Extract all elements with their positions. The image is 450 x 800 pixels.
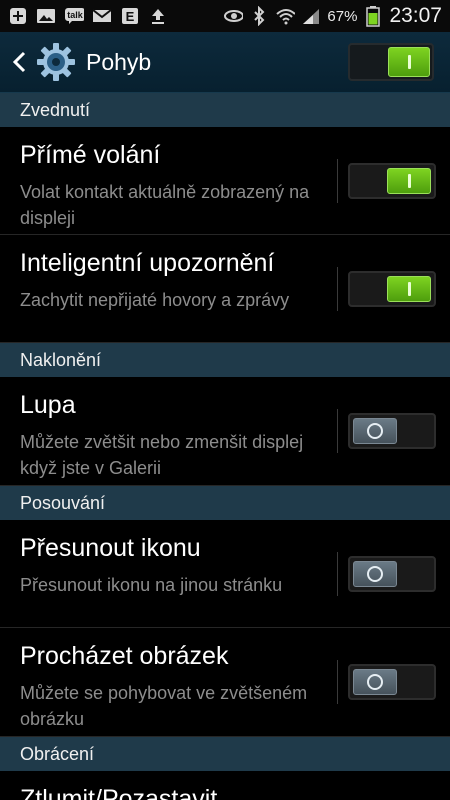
add-icon [8,7,28,25]
section-label: Obrácení [20,743,95,764]
toggle-prime-volani[interactable] [348,163,436,199]
upload-icon [148,7,168,25]
item-title: Procházet obrázek [20,642,229,670]
divider [337,267,338,311]
clock: 23:07 [389,4,442,27]
chevron-left-icon [12,51,26,73]
toggle-lupa[interactable] [348,413,436,449]
master-toggle-knob [388,47,430,77]
battery-percent: 67% [327,7,358,25]
status-bar: talk E 67% 23:07 [0,0,450,32]
battery-icon [363,6,383,27]
toggle-knob-off [353,418,397,444]
e-label: E [126,9,135,24]
section-header-nakloneni: Naklonění [0,343,450,377]
signal-icon [301,7,321,25]
item-title: Ztlumit/Pozastavit [20,785,218,800]
divider [337,409,338,453]
item-subtitle: Volat kontakt aktuálně zobrazený na disp… [20,182,310,228]
talk-icon: talk [64,7,84,25]
item-subtitle: Můžete se pohybovat ve zvětšeném obrázku [20,683,308,729]
section-header-zvednuti: Zvednutí [0,93,450,127]
item-subtitle: Můžete zvětšit nebo zmenšit displej když… [20,432,304,478]
item-title: Lupa [20,391,76,419]
toggle-knob-off [353,669,397,695]
item-title: Přesunout ikonu [20,534,201,562]
gmail-icon [92,7,112,25]
image-icon [36,7,56,25]
item-title: Přímé volání [20,141,161,169]
eye-icon [223,7,244,25]
list-item-inteligentni-upozorneni[interactable]: Inteligentní upozornění Zachytit nepřija… [0,235,450,343]
toggle-knob-on [387,168,431,194]
bluetooth-icon [249,6,269,26]
e-icon: E [120,7,140,25]
section-label: Naklonění [20,349,102,370]
toggle-presunout-ikonu[interactable] [348,556,436,592]
item-subtitle: Zachytit nepřijaté hovory a zprávy [20,290,290,310]
toggle-knob-on [387,276,431,302]
wifi-icon [275,7,296,25]
section-label: Zvednutí [20,99,91,120]
item-subtitle: Přesunout ikonu na jinou stránku [20,575,283,595]
gear-icon [34,40,78,84]
divider [337,552,338,596]
toggle-prochazet-obrazek[interactable] [348,664,436,700]
page-title: Pohyb [86,48,152,75]
talk-label: talk [67,10,84,20]
list-item-prime-volani[interactable]: Přímé volání Volat kontakt aktuálně zobr… [0,127,450,235]
section-header-obraceni: Obrácení [0,737,450,771]
divider [337,159,338,203]
back-button[interactable] [6,32,32,92]
list-item-ztlumit-pozastavit[interactable]: Ztlumit/Pozastavit [0,771,450,800]
toggle-knob-off [353,561,397,587]
section-label: Posouvání [20,492,106,513]
list-item-lupa[interactable]: Lupa Můžete zvětšit nebo zmenšit displej… [0,377,450,486]
action-bar: Pohyb [0,32,450,93]
list-item-prochazet-obrazek[interactable]: Procházet obrázek Můžete se pohybovat ve… [0,628,450,737]
section-header-posouvani: Posouvání [0,486,450,520]
master-toggle[interactable] [348,43,434,81]
item-title: Inteligentní upozornění [20,249,275,277]
divider [337,660,338,704]
toggle-inteligentni-upozorneni[interactable] [348,271,436,307]
list-item-presunout-ikonu[interactable]: Přesunout ikonu Přesunout ikonu na jinou… [0,520,450,628]
